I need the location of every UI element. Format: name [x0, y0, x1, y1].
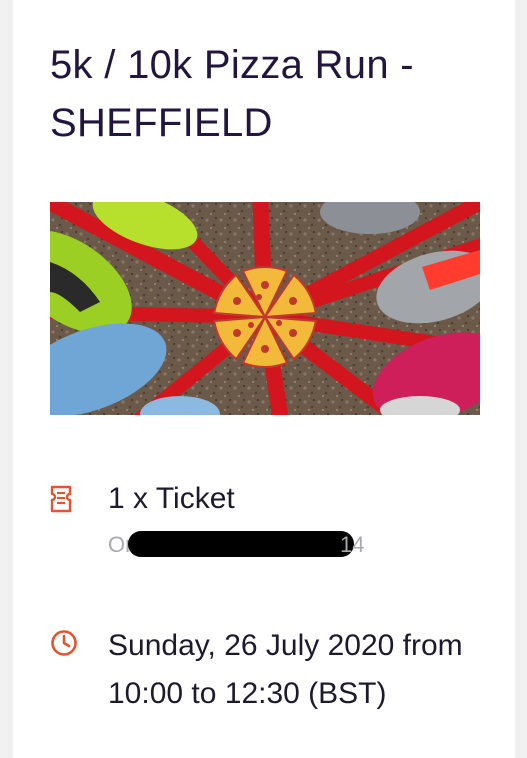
ticket-summary: 1 x Ticket: [108, 482, 235, 515]
event-image: [50, 202, 480, 415]
event-title: 5k / 10k Pizza Run - SHEFFIELD: [50, 43, 414, 145]
event-date-time: Sunday, 26 July 2020 from 10:00 to 12:30…: [108, 629, 463, 710]
redaction-bar: [128, 531, 354, 557]
clock-icon: [51, 630, 77, 656]
ticket-icon: [50, 485, 72, 513]
right-gutter: [515, 0, 527, 758]
order-number: Order 14: [108, 530, 378, 560]
left-gutter: [0, 0, 13, 758]
order-number-suffix: 14: [340, 532, 365, 557]
